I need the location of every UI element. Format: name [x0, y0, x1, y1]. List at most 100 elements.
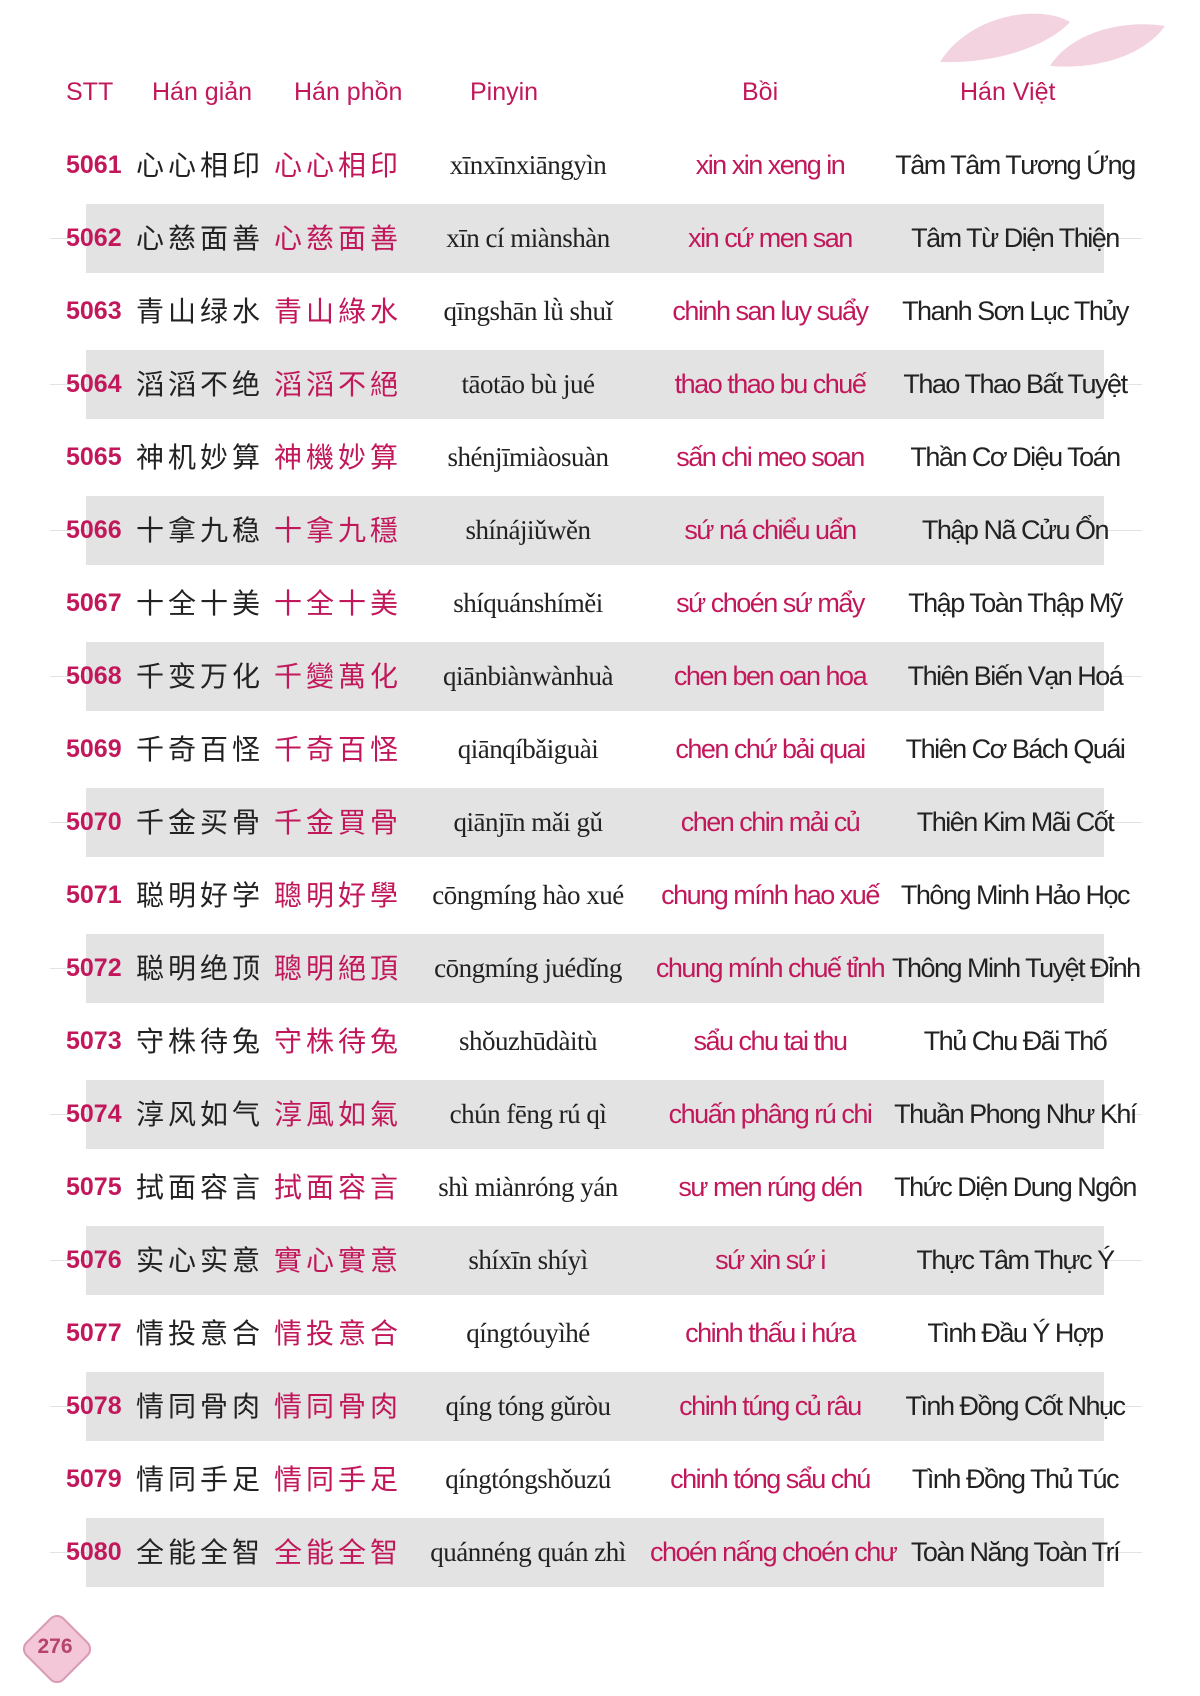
cell-boi: chinh túng củ râu [679, 1391, 862, 1421]
cell-stt: 5070 [66, 808, 122, 836]
cell-han-gian: 千变万化 [136, 660, 265, 693]
cell-stt: 5066 [66, 516, 122, 544]
cell-han-phon: 守株待兔 [274, 1025, 403, 1058]
cell-han-gian: 千奇百怪 [136, 733, 265, 766]
cell-han-viet: Thập Toàn Thập Mỹ [908, 588, 1123, 618]
cell-boi: chinh san luy suẩy [672, 296, 869, 326]
cell-pinyin: shínájiǔwěn [465, 515, 591, 545]
cell-boi: chung mính hao xuế [661, 880, 880, 910]
cell-han-gian: 聪明绝顶 [136, 952, 265, 985]
cell-stt: 5061 [66, 151, 122, 179]
table-row: 5063 青山绿水 青山綠水 qīngshān lǜ shuǐ chinh san lu… [0, 275, 1200, 348]
cell-han-viet: Thanh Sơn Lục Thủy [902, 296, 1129, 326]
cell-han-viet: Thiên Kim Mãi Cốt [916, 807, 1115, 837]
table-row: 5076 实心实意 實心實意 shíxīn shíyì sứ xin sứ i Thực … [0, 1224, 1200, 1297]
cell-boi: chen chứ bải quai [675, 734, 866, 764]
cell-han-viet: Tình Đồng Thủ Túc [911, 1464, 1120, 1494]
cell-boi: xin xin xeng in [695, 150, 846, 180]
cell-han-gian: 淳风如气 [136, 1098, 265, 1131]
cell-han-viet: Thông Minh Tuyệt Đỉnh [892, 953, 1141, 983]
table-row: 5070 千金买骨 千金買骨 qiānjīn mǎi gǔ chen chin mải … [0, 786, 1200, 859]
cell-han-phon: 情投意合 [274, 1317, 403, 1350]
cell-boi: thao thao bu chuế [674, 369, 867, 399]
table-row: 5075 拭面容言 拭面容言 shì miànróng yán sư men rúng … [0, 1151, 1200, 1224]
cell-boi: chen ben oan hoa [673, 661, 868, 691]
cell-boi: sẩu chu tai thu [693, 1026, 848, 1056]
cell-han-viet: Thập Nã Cửu Ổn [921, 515, 1110, 545]
cell-pinyin: chún fēng rú qì [449, 1099, 607, 1129]
cell-han-gian: 十全十美 [136, 587, 265, 620]
cell-han-viet: Thức Diện Dung Ngôn [894, 1172, 1137, 1202]
cell-stt: 5075 [66, 1173, 122, 1201]
cell-han-viet: Thiên Cơ Bách Quái [905, 734, 1126, 764]
idiom-table: 5061 心心相印 心心相印 xīnxīnxiāngyìn xin xin xeng i… [0, 129, 1200, 1589]
header-stt: STT [66, 78, 114, 106]
cell-han-phon: 實心實意 [274, 1244, 403, 1277]
cell-han-phon: 聰明好學 [274, 879, 403, 912]
cell-boi: sấn chi meo soan [676, 442, 865, 472]
cell-han-viet: Tâm Tâm Tương Ứng [895, 150, 1136, 180]
cell-boi: chen chin mải củ [680, 807, 861, 837]
cell-han-gian: 神机妙算 [136, 441, 265, 474]
cell-boi: sứ choén sứ mẩy [676, 588, 865, 618]
cell-han-gian: 青山绿水 [136, 295, 265, 328]
cell-han-gian: 心心相印 [136, 149, 265, 182]
cell-stt: 5063 [66, 297, 122, 325]
cell-han-viet: Tình Đầu Ý Hợp [927, 1318, 1104, 1348]
cell-stt: 5071 [66, 881, 122, 909]
cell-boi: chinh tóng sẩu chú [670, 1464, 871, 1494]
cell-boi: chinh thấu i hứa [685, 1318, 856, 1348]
cell-han-viet: Toàn Năng Toàn Trí [910, 1537, 1121, 1567]
cell-pinyin: tāotāo bù jué [461, 369, 595, 399]
cell-han-viet: Thiên Biến Vạn Hoá [907, 661, 1124, 691]
page-number: 276 [37, 1635, 73, 1658]
cell-pinyin: qiānqíbǎiguài [457, 734, 599, 764]
page-number-badge: 276 [18, 1610, 96, 1688]
cell-han-gian: 情同骨肉 [136, 1390, 265, 1423]
cell-han-gian: 全能全智 [136, 1536, 265, 1569]
cell-stt: 5067 [66, 589, 122, 617]
cell-stt: 5077 [66, 1319, 122, 1347]
table-row: 5069 千奇百怪 千奇百怪 qiānqíbǎiguài chen chứ bải qu… [0, 713, 1200, 786]
table-row: 5065 神机妙算 神機妙算 shénjīmiàosuàn sấn chi meo so… [0, 421, 1200, 494]
header-pinyin: Pinyin [470, 78, 539, 106]
cell-pinyin: qíng tóng gǔròu [445, 1391, 612, 1421]
cell-han-viet: Thần Cơ Diệu Toán [910, 442, 1121, 472]
cell-pinyin: xīn cí miànshàn [446, 223, 610, 253]
cell-stt: 5065 [66, 443, 122, 471]
cell-pinyin: shǒuzhūdàitù [459, 1026, 597, 1056]
table-row: 5080 全能全智 全能全智 quánnéng quán zhì choén nấng … [0, 1516, 1200, 1589]
cell-han-viet: Tâm Từ Diện Thiện [911, 223, 1120, 253]
cell-pinyin: qíngtóngshǒuzú [445, 1464, 611, 1494]
cell-stt: 5080 [66, 1538, 122, 1566]
cell-pinyin: qiānjīn mǎi gǔ [453, 807, 603, 837]
header-boi: Bồi [742, 78, 779, 106]
cell-pinyin: cōngmíng hào xué [432, 880, 624, 910]
cell-han-phon: 滔滔不絕 [274, 368, 403, 401]
header-han-viet: Hán Việt [960, 78, 1056, 106]
cell-pinyin: cōngmíng juédǐng [434, 953, 622, 983]
cell-stt: 5074 [66, 1100, 122, 1128]
cell-pinyin: qīngshān lǜ shuǐ [443, 296, 613, 326]
table-row: 5077 情投意合 情投意合 qíngtóuyìhé chinh thấu i hứa T… [0, 1297, 1200, 1370]
cell-han-phon: 千變萬化 [274, 660, 403, 693]
table-row: 5073 守株待兔 守株待兔 shǒuzhūdàitù sẩu chu tai thu T… [0, 1005, 1200, 1078]
cell-pinyin: shíquánshíměi [453, 588, 603, 618]
cell-han-phon: 心慈面善 [274, 222, 403, 255]
cell-han-phon: 情同骨肉 [274, 1390, 403, 1423]
table-row: 5071 聪明好学 聰明好學 cōngmíng hào xué chung mính h… [0, 859, 1200, 932]
cell-han-phon: 十拿九穩 [274, 514, 403, 547]
cell-stt: 5064 [66, 370, 122, 398]
cell-han-phon: 青山綠水 [274, 295, 403, 328]
cell-han-gian: 心慈面善 [136, 222, 265, 255]
table-row: 5066 十拿九稳 十拿九穩 shínájiǔwěn sứ ná chiểu uẩn Th… [0, 494, 1200, 567]
cell-pinyin: qiānbiànwànhuà [443, 661, 613, 691]
cell-han-phon: 神機妙算 [274, 441, 403, 474]
table-row: 5064 滔滔不绝 滔滔不絕 tāotāo bù jué thao thao bu ch… [0, 348, 1200, 421]
cell-han-gian: 实心实意 [136, 1244, 265, 1277]
cell-boi: chung mính chuế tỉnh [655, 953, 886, 983]
cell-han-gian: 十拿九稳 [136, 514, 265, 547]
cell-stt: 5078 [66, 1392, 122, 1420]
cell-boi: chuấn phâng rú chi [668, 1099, 873, 1129]
cell-han-gian: 守株待兔 [136, 1025, 265, 1058]
